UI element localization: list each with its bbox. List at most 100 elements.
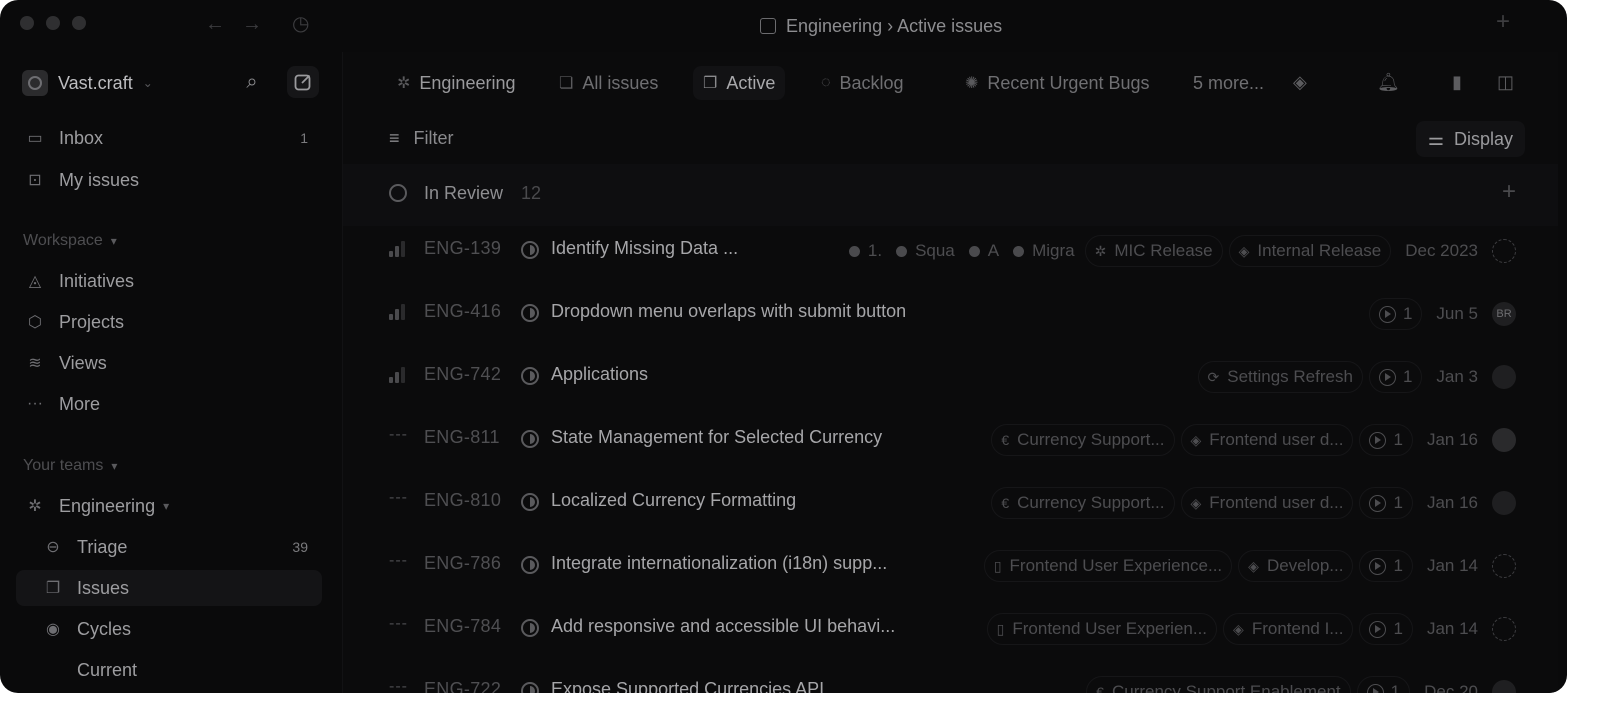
in-review-status-icon[interactable]	[521, 682, 539, 693]
group-header-in-review[interactable]: In Review 12 +	[343, 164, 1558, 226]
teams-section-header[interactable]: Your teams ▾	[23, 457, 117, 475]
table-row[interactable]: --- ENG-722 Expose Supported Currencies …	[343, 661, 1558, 693]
sidebar-item-current-cycle[interactable]: Current	[16, 652, 322, 688]
sidebar-item-views[interactable]: ≋ Views	[16, 345, 322, 381]
project-chip[interactable]: ▯ Frontend User Experien...	[986, 613, 1218, 645]
tab-backlog[interactable]: ◌ Backlog	[811, 66, 914, 100]
workspace-switcher[interactable]: Vast.craft ⌄	[22, 68, 153, 98]
in-review-status-icon[interactable]	[521, 304, 539, 322]
workspace-section-header[interactable]: Workspace ▾	[23, 232, 117, 250]
tab-active[interactable]: ❐ Active	[693, 66, 786, 100]
table-row[interactable]: ENG-139 Identify Missing Data ... 1. Squ…	[343, 220, 1558, 282]
maximize-window-button[interactable]	[72, 16, 86, 30]
cycle-chip[interactable]: 1	[1368, 361, 1423, 393]
unassigned-avatar-icon[interactable]	[1492, 617, 1516, 641]
add-tab-icon[interactable]: +	[1496, 10, 1510, 34]
sidebar-item-inbox[interactable]: ▭ Inbox 1	[16, 120, 322, 156]
table-row[interactable]: --- ENG-810 Localized Currency Formattin…	[343, 472, 1558, 534]
project-chip[interactable]: ◈ Develop...	[1238, 550, 1354, 582]
no-priority-icon[interactable]: ---	[389, 489, 409, 506]
assignee-avatar[interactable]	[1492, 680, 1516, 693]
filter-button[interactable]: ≡ Filter	[389, 128, 454, 149]
sidebar-item-issues[interactable]: ❐ Issues	[16, 570, 322, 606]
no-priority-icon[interactable]: ---	[389, 426, 409, 443]
unassigned-avatar-icon[interactable]	[1492, 239, 1516, 263]
project-chip[interactable]: ▯ Frontend User Experience...	[983, 550, 1233, 582]
issue-date: Dec 2023	[1405, 241, 1478, 260]
cycle-chip[interactable]: 1	[1356, 676, 1411, 693]
project-chip[interactable]: ◈ Frontend I...	[1223, 613, 1354, 645]
search-icon[interactable]: ⌕	[236, 66, 268, 98]
close-window-button[interactable]	[20, 16, 34, 30]
project-chip[interactable]: ◈ Internal Release	[1228, 235, 1392, 267]
no-priority-icon[interactable]: ---	[389, 678, 409, 693]
assignee-avatar[interactable]	[1492, 491, 1516, 515]
table-row[interactable]: ENG-742 Applications ⟳ Settings Refresh 1…	[343, 346, 1558, 408]
assignee-avatar[interactable]	[1492, 365, 1516, 389]
history-clock-icon[interactable]: ◷	[292, 14, 309, 34]
label-chip[interactable]: Migra	[1009, 235, 1079, 267]
sidebar-item-projects[interactable]: ⬡ Projects	[16, 304, 322, 340]
in-review-status-icon[interactable]	[521, 619, 539, 637]
back-arrow-icon[interactable]: ←	[205, 14, 225, 34]
project-chip[interactable]: ✲ MIC Release	[1084, 235, 1223, 267]
add-issue-icon[interactable]: +	[1502, 178, 1516, 206]
tab-all-issues[interactable]: ❏ All issues	[549, 66, 668, 100]
in-review-status-icon[interactable]	[521, 430, 539, 448]
project-chip[interactable]: € Currency Support...	[991, 487, 1175, 519]
bell-icon[interactable]: 🔔︎	[1377, 72, 1400, 93]
forward-arrow-icon[interactable]: →	[242, 14, 262, 34]
in-review-status-icon[interactable]	[521, 367, 539, 385]
assignee-avatar[interactable]	[1492, 428, 1516, 452]
project-chip[interactable]: ⟳ Settings Refresh	[1197, 361, 1363, 393]
in-review-status-icon[interactable]	[521, 493, 539, 511]
sidebar-item-team-engineering[interactable]: ✲ Engineering ▾	[16, 488, 322, 524]
project-chip[interactable]: € Currency Support...	[991, 424, 1175, 456]
project-icon: ◈	[1190, 431, 1202, 448]
section-label: Your teams	[23, 457, 104, 474]
table-row[interactable]: ENG-416 Dropdown menu overlaps with subm…	[343, 283, 1558, 345]
label-chip[interactable]: Squa	[892, 235, 959, 267]
priority-bars-icon[interactable]	[389, 304, 409, 320]
sidebar-item-my-issues[interactable]: ⊡ My issues	[16, 162, 322, 198]
cycle-chip[interactable]: 1	[1359, 424, 1413, 456]
bar-chart-icon[interactable]: ▮	[1452, 72, 1462, 93]
sidebar-item-initiatives[interactable]: ◬ Initiatives	[16, 263, 322, 299]
sidebar-item-triage[interactable]: ⊖ Triage 39	[16, 529, 322, 565]
view-bar: ✲ Engineering ❏ All issues ❐ Active ◌ Ba…	[343, 52, 1558, 112]
table-row[interactable]: --- ENG-784 Add responsive and accessibl…	[343, 598, 1558, 660]
priority-bars-icon[interactable]	[389, 367, 409, 383]
priority-bars-icon[interactable]	[389, 241, 409, 257]
layers-icon[interactable]: ◈	[1293, 72, 1307, 93]
no-priority-icon[interactable]: ---	[389, 552, 409, 569]
cycle-icon	[1369, 431, 1387, 449]
label-chip[interactable]: A	[965, 235, 1003, 267]
filter-bar: ≡ Filter ⚌ Display	[343, 118, 1558, 162]
project-chip[interactable]: ◈ Frontend user d...	[1180, 424, 1354, 456]
no-priority-icon[interactable]: ---	[389, 615, 409, 632]
cycle-chip[interactable]: 1	[1359, 550, 1413, 582]
cycle-chip[interactable]: 1	[1368, 298, 1423, 330]
minimize-window-button[interactable]	[46, 16, 60, 30]
unassigned-avatar-icon[interactable]	[1492, 554, 1516, 578]
table-row[interactable]: --- ENG-811 State Management for Selecte…	[343, 409, 1558, 471]
cycle-chip[interactable]: 1	[1359, 613, 1413, 645]
cycle-chip[interactable]: 1	[1359, 487, 1413, 519]
table-row[interactable]: --- ENG-786 Integrate internationalizati…	[343, 535, 1558, 597]
display-button[interactable]: ⚌ Display	[1415, 121, 1525, 157]
in-review-status-icon[interactable]	[521, 556, 539, 574]
sidebar-item-cycles[interactable]: ◉ Cycles	[16, 611, 322, 647]
team-engineering-chip[interactable]: ✲ Engineering	[387, 66, 525, 100]
label-chip[interactable]: 1.	[845, 235, 886, 267]
tab-label: 5 more...	[1193, 72, 1265, 93]
project-chip[interactable]: ◈ Frontend user d...	[1180, 487, 1354, 519]
project-chip[interactable]: € Currency Support Enablement	[1086, 676, 1351, 693]
issue-id: ENG-416	[424, 301, 502, 321]
sidebar-toggle-icon[interactable]: ◫	[1497, 72, 1514, 93]
sidebar-item-more[interactable]: ··· More	[16, 386, 322, 422]
tab-more-views[interactable]: 5 more...	[1183, 66, 1274, 100]
new-issue-button[interactable]	[287, 66, 319, 98]
tab-recent-urgent-bugs[interactable]: ✺ Recent Urgent Bugs	[955, 66, 1160, 100]
in-review-status-icon[interactable]	[521, 241, 539, 259]
assignee-avatar[interactable]: BR	[1492, 302, 1516, 326]
